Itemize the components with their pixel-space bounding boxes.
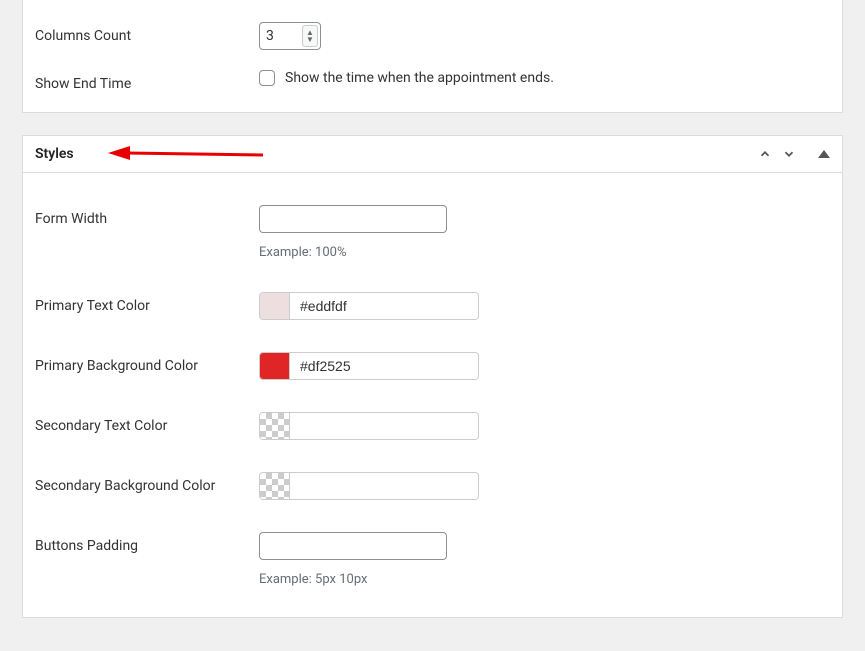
secondary-text-color-label: Secondary Text Color (35, 412, 259, 434)
collapse-icon[interactable] (818, 150, 830, 158)
move-up-icon[interactable] (758, 147, 772, 161)
primary-bg-color-row: Primary Background Color (23, 340, 842, 400)
columns-count-input[interactable]: 3 ▲ ▼ (259, 22, 321, 50)
form-width-label: Form Width (35, 205, 259, 227)
secondary-text-color-control (259, 412, 830, 440)
columns-count-label: Columns Count (35, 22, 259, 44)
styles-panel-header[interactable]: Styles (23, 136, 842, 173)
primary-bg-color-field (259, 352, 479, 380)
primary-text-color-control (259, 292, 830, 320)
show-end-time-checkbox[interactable] (259, 70, 275, 86)
styles-title: Styles (35, 146, 74, 162)
secondary-bg-color-swatch[interactable] (260, 473, 290, 499)
primary-text-color-label: Primary Text Color (35, 292, 259, 314)
columns-count-row: Columns Count 3 ▲ ▼ (23, 10, 842, 58)
spinner-down-icon[interactable]: ▼ (306, 36, 314, 43)
primary-text-color-input[interactable] (290, 293, 479, 319)
secondary-text-color-field (259, 412, 479, 440)
secondary-bg-color-label: Secondary Background Color (35, 472, 259, 494)
arrow-annotation-icon (108, 143, 263, 163)
secondary-bg-color-field (259, 472, 479, 500)
styles-panel: Styles Form Width Example: 100% Primary … (22, 135, 843, 618)
primary-text-color-row: Primary Text Color (23, 280, 842, 340)
show-end-time-row: Show End Time Show the time when the app… (23, 58, 842, 92)
buttons-padding-input[interactable] (259, 532, 447, 560)
secondary-text-color-row: Secondary Text Color (23, 400, 842, 460)
buttons-padding-row: Buttons Padding Example: 5px 10px (23, 520, 842, 587)
move-down-icon[interactable] (782, 147, 796, 161)
primary-bg-color-control (259, 352, 830, 380)
number-spinner[interactable]: ▲ ▼ (302, 25, 318, 47)
secondary-text-color-swatch[interactable] (260, 413, 290, 439)
secondary-text-color-input[interactable] (290, 413, 479, 439)
form-width-control: Example: 100% (259, 205, 830, 260)
buttons-padding-label: Buttons Padding (35, 532, 259, 554)
panel-header-controls (758, 147, 830, 161)
primary-bg-color-swatch[interactable] (260, 353, 290, 379)
primary-text-color-swatch[interactable] (260, 293, 290, 319)
columns-count-control: 3 ▲ ▼ (259, 22, 830, 50)
buttons-padding-hint: Example: 5px 10px (259, 572, 830, 587)
form-width-row: Form Width Example: 100% (23, 193, 842, 280)
secondary-bg-color-row: Secondary Background Color (23, 460, 842, 520)
styles-panel-body: Form Width Example: 100% Primary Text Co… (23, 173, 842, 617)
show-end-time-checkbox-wrap: Show the time when the appointment ends. (259, 70, 830, 86)
secondary-bg-color-input[interactable] (290, 473, 479, 499)
primary-text-color-field (259, 292, 479, 320)
top-settings-panel: Columns Count 3 ▲ ▼ Show End Time Show t… (22, 0, 843, 113)
buttons-padding-control: Example: 5px 10px (259, 532, 830, 587)
show-end-time-checkbox-label: Show the time when the appointment ends. (285, 70, 554, 86)
form-width-hint: Example: 100% (259, 245, 830, 260)
columns-count-value: 3 (266, 28, 274, 44)
form-width-input[interactable] (259, 205, 447, 233)
show-end-time-control: Show the time when the appointment ends. (259, 70, 830, 86)
secondary-bg-color-control (259, 472, 830, 500)
primary-bg-color-input[interactable] (290, 353, 479, 379)
primary-bg-color-label: Primary Background Color (35, 352, 259, 374)
show-end-time-label: Show End Time (35, 70, 259, 92)
